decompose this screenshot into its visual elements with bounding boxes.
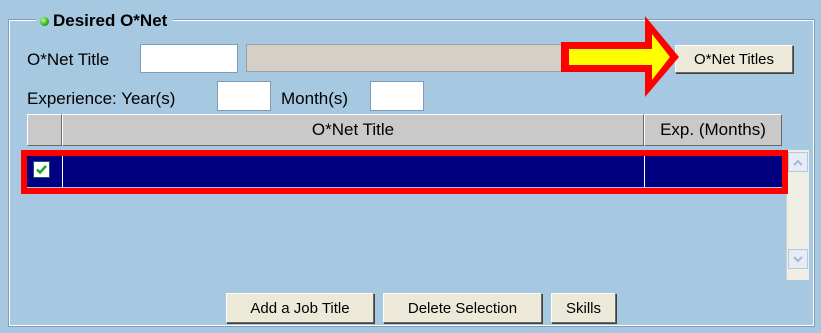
groupbox-title: Desired O*Net — [53, 11, 168, 30]
column-header-select[interactable] — [27, 114, 62, 146]
scroll-down-button[interactable] — [788, 249, 808, 269]
onet-title-label: O*Net Title — [27, 50, 110, 69]
onet-grid: O*Net Title Exp. (Months) — [27, 111, 787, 281]
scroll-up-button[interactable] — [788, 152, 808, 172]
add-job-title-button[interactable]: Add a Job Title — [226, 293, 374, 323]
row-onet-title-cell — [63, 154, 645, 187]
onet-title-input[interactable] — [140, 44, 238, 73]
onet-titles-button[interactable]: O*Net Titles — [675, 45, 793, 73]
row-checkbox[interactable] — [33, 161, 50, 178]
table-row[interactable] — [27, 154, 783, 187]
status-dot-icon — [40, 16, 49, 26]
groupbox-legend: Desired O*Net — [36, 10, 174, 32]
years-input[interactable] — [217, 81, 271, 111]
months-label: Month(s) — [281, 89, 349, 108]
skills-button[interactable]: Skills — [551, 293, 616, 323]
column-header-exp-months[interactable]: Exp. (Months) — [644, 114, 782, 146]
row-select-cell[interactable] — [27, 154, 63, 187]
checkmark-icon — [36, 165, 47, 175]
experience-years-label: Experience: Year(s) — [27, 89, 176, 108]
column-header-onet-title[interactable]: O*Net Title — [62, 114, 644, 146]
delete-selection-button[interactable]: Delete Selection — [383, 293, 542, 323]
months-input[interactable] — [370, 81, 424, 111]
grid-header: O*Net Title Exp. (Months) — [27, 114, 782, 146]
chevron-up-icon — [793, 159, 803, 166]
row-exp-months-cell — [645, 154, 783, 187]
grid-scrollbar[interactable] — [786, 150, 809, 280]
chevron-down-icon — [793, 255, 803, 262]
onet-title-description-field — [246, 44, 666, 72]
